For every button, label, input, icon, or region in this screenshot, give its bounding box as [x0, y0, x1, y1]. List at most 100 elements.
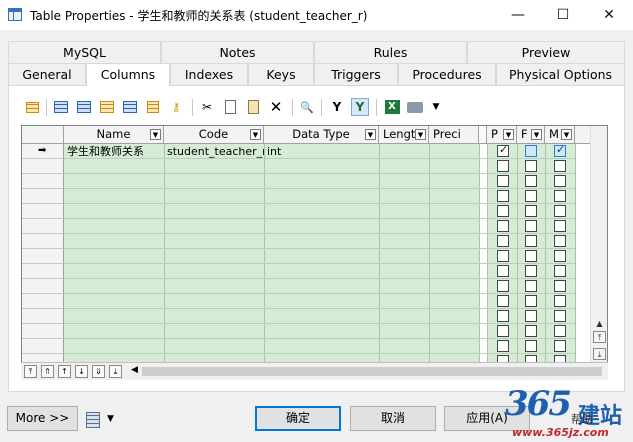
mandatory-checkbox[interactable]	[554, 235, 566, 247]
foreign-checkbox[interactable]	[525, 145, 537, 157]
mandatory-checkbox[interactable]	[554, 205, 566, 217]
foreign-checkbox[interactable]	[525, 205, 537, 217]
chevron-down-icon[interactable]: ▼	[531, 129, 542, 140]
primary-checkbox[interactable]	[497, 280, 509, 292]
header-mandatory[interactable]: M ▼	[545, 126, 575, 144]
scroll-top-icon[interactable]: ⤒	[593, 331, 606, 343]
find-icon[interactable]: 🔍	[298, 98, 316, 116]
print-dropdown-icon[interactable]: ▼	[427, 98, 445, 116]
add-columns-icon[interactable]	[98, 98, 116, 116]
chevron-down-icon[interactable]: ▼	[415, 129, 426, 140]
primary-checkbox[interactable]	[497, 205, 509, 217]
tab-notes[interactable]: Notes	[161, 41, 314, 63]
primary-checkbox[interactable]	[497, 175, 509, 187]
row-header[interactable]	[22, 234, 64, 249]
filter-icon[interactable]: Y	[328, 98, 346, 116]
paste-icon[interactable]	[244, 98, 262, 116]
row-header[interactable]	[22, 174, 64, 189]
foreign-checkbox[interactable]	[525, 280, 537, 292]
tab-columns[interactable]: Columns	[86, 63, 170, 86]
close-button[interactable]: ✕	[586, 0, 632, 30]
header-length[interactable]: Lengt ▼	[379, 126, 429, 144]
mandatory-checkbox[interactable]	[554, 190, 566, 202]
scroll-left-icon[interactable]: ◀	[131, 365, 138, 375]
primary-checkbox[interactable]	[497, 265, 509, 277]
foreign-checkbox[interactable]	[525, 265, 537, 277]
tab-general[interactable]: General	[8, 63, 86, 85]
mandatory-checkbox[interactable]	[554, 175, 566, 187]
minimize-button[interactable]: —	[495, 0, 541, 30]
properties-icon[interactable]	[23, 98, 41, 116]
move-bottom-icon[interactable]: ⤓	[109, 365, 122, 378]
row-1-code[interactable]: student_teacher_r	[164, 144, 264, 159]
tab-procedures[interactable]: Procedures	[398, 63, 496, 85]
primary-checkbox[interactable]	[497, 250, 509, 262]
move-down-icon[interactable]: ↓	[75, 365, 88, 378]
primary-checkbox[interactable]	[497, 190, 509, 202]
row-1-precision[interactable]	[429, 144, 479, 159]
row-header[interactable]	[22, 279, 64, 294]
row-1-name[interactable]: 学生和教师关系	[64, 144, 164, 159]
foreign-checkbox[interactable]	[525, 325, 537, 337]
foreign-checkbox[interactable]	[525, 190, 537, 202]
row-header[interactable]	[22, 249, 64, 264]
primary-checkbox[interactable]	[497, 295, 509, 307]
tab-rules[interactable]: Rules	[314, 41, 467, 63]
primary-checkbox[interactable]	[497, 160, 509, 172]
copy-icon[interactable]	[221, 98, 239, 116]
header-primary[interactable]: P ▼	[487, 126, 517, 144]
primary-checkbox[interactable]	[497, 310, 509, 322]
cancel-button[interactable]: 取消	[350, 406, 436, 431]
row-header[interactable]	[22, 339, 64, 354]
header-name[interactable]: Name ▼	[64, 126, 164, 144]
mandatory-checkbox[interactable]	[554, 220, 566, 232]
tab-keys[interactable]: Keys	[248, 63, 314, 85]
add-row-icon[interactable]	[52, 98, 70, 116]
maximize-button[interactable]: ☐	[540, 0, 586, 30]
new-domain-icon[interactable]	[144, 98, 162, 116]
tab-preview[interactable]: Preview	[467, 41, 625, 63]
primary-checkbox[interactable]	[497, 340, 509, 352]
foreign-checkbox[interactable]	[525, 220, 537, 232]
row-header[interactable]	[22, 294, 64, 309]
mandatory-checkbox[interactable]	[554, 325, 566, 337]
filter-active-icon[interactable]: Y	[351, 98, 369, 116]
ok-button[interactable]: 确定	[255, 406, 341, 431]
row-header[interactable]	[22, 204, 64, 219]
excel-icon[interactable]: X	[383, 98, 401, 116]
chevron-down-icon[interactable]: ▼	[561, 129, 572, 140]
row-1-length[interactable]	[379, 144, 429, 159]
row-1-data-type[interactable]: int	[264, 144, 379, 159]
mandatory-checkbox[interactable]	[554, 265, 566, 277]
chevron-down-icon[interactable]: ▼	[107, 414, 114, 424]
insert-row-icon[interactable]	[75, 98, 93, 116]
columns-grid[interactable]: Name ▼ Code ▼ Data Type ▼ Lengt ▼ Preci P ▼ F…	[21, 125, 608, 380]
mandatory-checkbox[interactable]	[554, 280, 566, 292]
primary-checkbox[interactable]	[497, 235, 509, 247]
tab-indexes[interactable]: Indexes	[170, 63, 248, 85]
foreign-checkbox[interactable]	[525, 160, 537, 172]
chevron-down-icon[interactable]: ▼	[250, 129, 261, 140]
header-precision[interactable]: Preci	[429, 126, 479, 144]
header-code[interactable]: Code ▼	[164, 126, 264, 144]
chevron-down-icon[interactable]: ▼	[365, 129, 376, 140]
foreign-checkbox[interactable]	[525, 310, 537, 322]
foreign-checkbox[interactable]	[525, 250, 537, 262]
primary-checkbox[interactable]	[497, 143, 509, 157]
row-header[interactable]	[22, 264, 64, 279]
print-icon[interactable]	[406, 98, 424, 116]
scroll-bottom-icon[interactable]: ⤓	[593, 348, 606, 360]
cut-icon[interactable]: ✂	[198, 98, 216, 116]
delete-icon[interactable]: ✕	[267, 98, 285, 116]
mandatory-checkbox[interactable]	[554, 310, 566, 322]
horizontal-scroll-thumb[interactable]	[142, 367, 602, 376]
header-foreign[interactable]: F ▼	[517, 126, 545, 144]
mandatory-checkbox[interactable]	[554, 160, 566, 172]
row-header[interactable]	[22, 309, 64, 324]
database-icon[interactable]	[86, 412, 100, 428]
tab-triggers[interactable]: Triggers	[314, 63, 398, 85]
vertical-scrollbar[interactable]: ▲ ⤒ ⤓	[590, 126, 607, 362]
more-button[interactable]: More >>	[7, 406, 78, 431]
foreign-checkbox[interactable]	[525, 235, 537, 247]
mandatory-checkbox[interactable]	[554, 250, 566, 262]
